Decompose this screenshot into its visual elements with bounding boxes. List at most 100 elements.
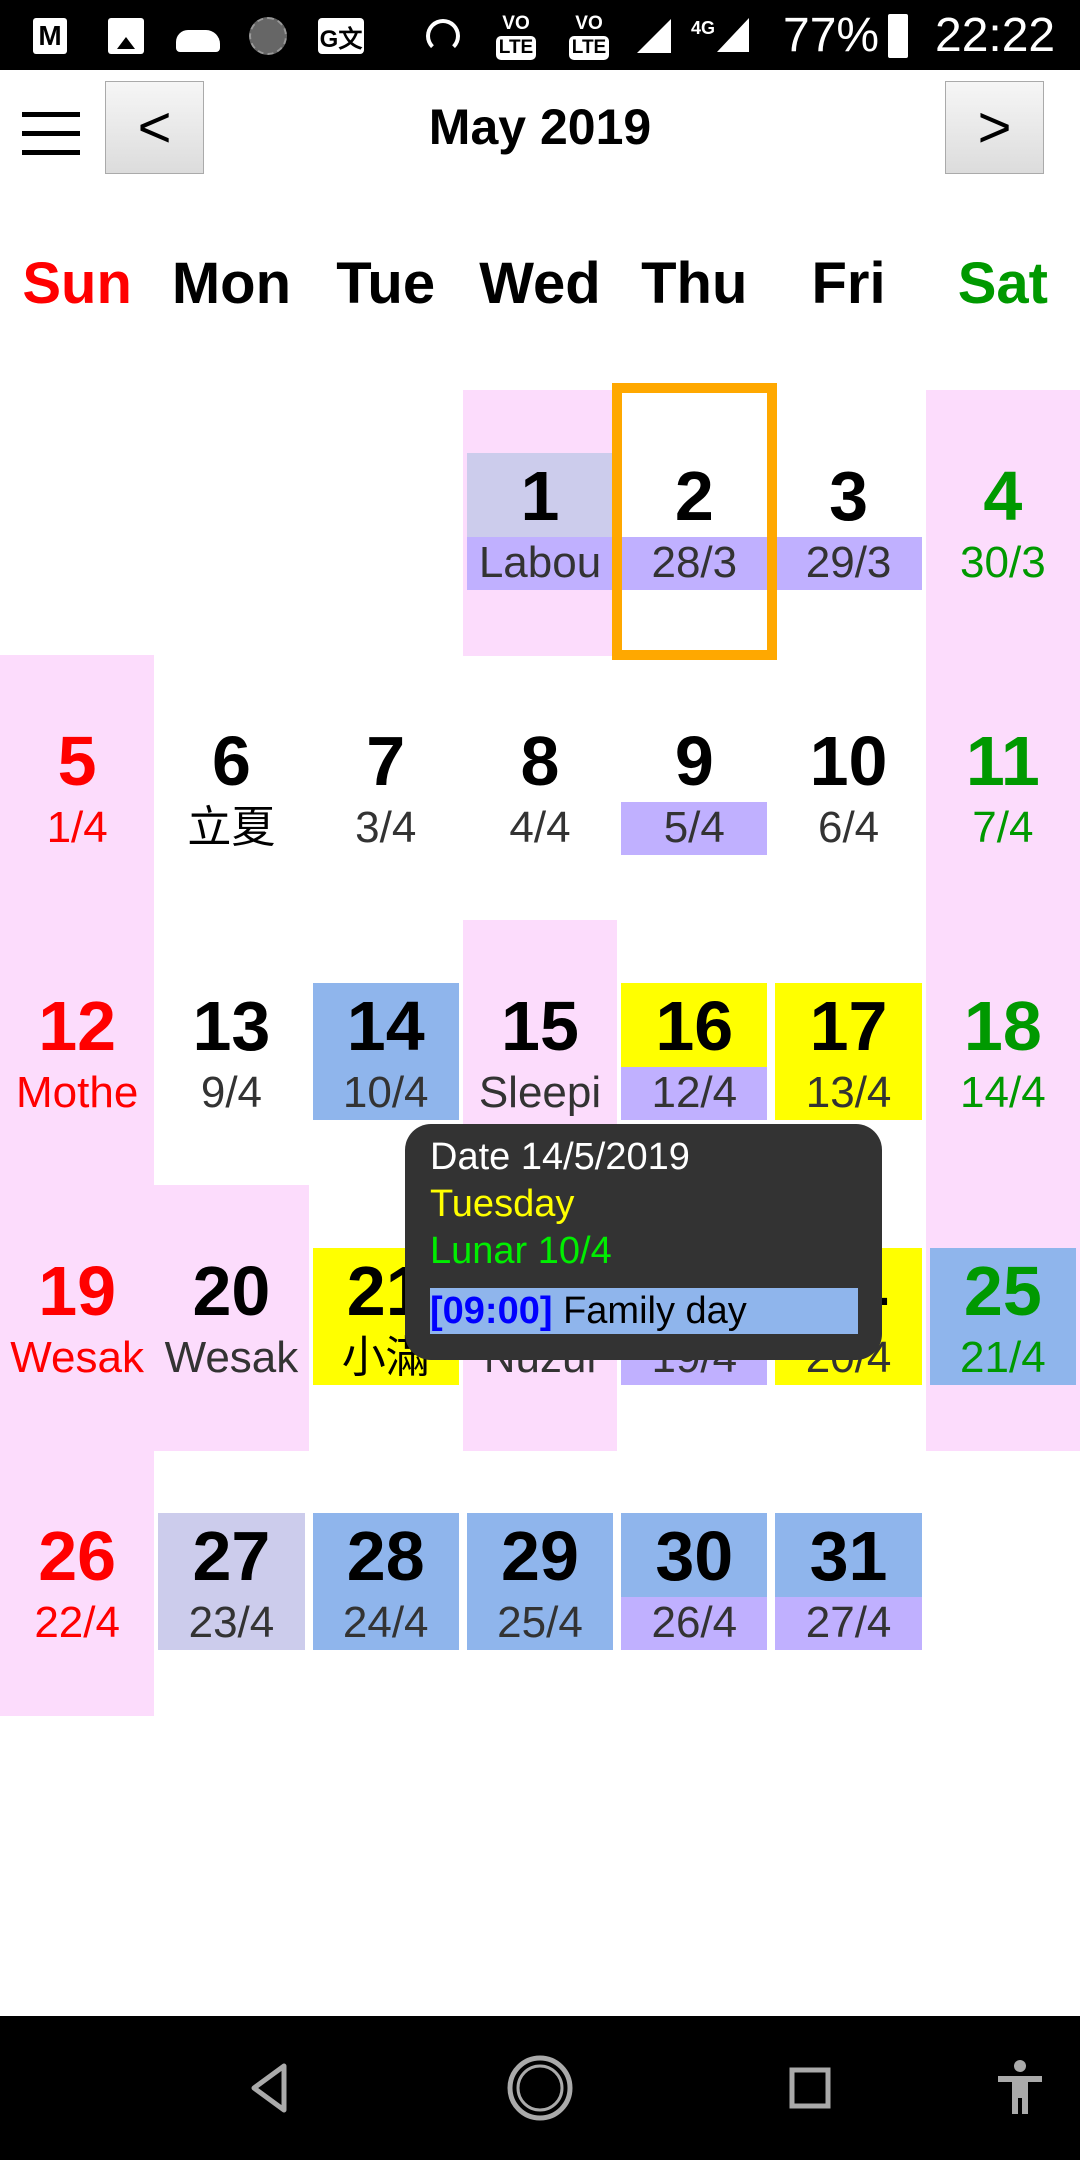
weekday-header: Sun Mon Tue Wed Thu Fri Sat bbox=[0, 250, 1080, 330]
day-box: 9 5/4 bbox=[621, 718, 768, 855]
volte2-icon: VO LTE bbox=[565, 10, 613, 62]
day-cell-18[interactable]: 18 14/4 bbox=[925, 920, 1080, 1186]
status-bar: M G文 VO LTE VO LTE 4G 77% 22:22 bbox=[0, 0, 1080, 70]
day-cell-4[interactable]: 4 30/3 bbox=[925, 390, 1080, 656]
day-cell-25[interactable]: 25 21/4 bbox=[925, 1185, 1080, 1451]
day-number: 4 bbox=[983, 457, 1023, 535]
day-box: 25 21/4 bbox=[929, 1248, 1076, 1385]
day-number: 11 bbox=[965, 722, 1040, 800]
day-cell-19[interactable]: 19 Wesak bbox=[0, 1185, 155, 1451]
day-number: 18 bbox=[963, 987, 1042, 1065]
day-box: 4 30/3 bbox=[930, 453, 1076, 590]
tooltip-event[interactable]: [09:00] Family day bbox=[430, 1288, 858, 1334]
day-number: 20 bbox=[192, 1252, 271, 1330]
calendar-header: < May 2019 > bbox=[0, 70, 1080, 200]
day-number: 1 bbox=[520, 457, 560, 535]
day-box: 31 27/4 bbox=[775, 1513, 922, 1650]
day-cell-12[interactable]: 12 Mothe bbox=[0, 920, 155, 1186]
day-sublabel: 27/4 bbox=[775, 1597, 922, 1650]
day-number: 28 bbox=[346, 1517, 425, 1595]
day-number: 30 bbox=[655, 1517, 734, 1595]
day-sublabel: 12/4 bbox=[621, 1067, 768, 1120]
day-cell-3[interactable]: 3 29/3 bbox=[771, 390, 925, 656]
day-number: 13 bbox=[192, 987, 271, 1065]
battery-icon bbox=[888, 14, 908, 58]
day-number: 5 bbox=[57, 722, 97, 800]
gallery-icon bbox=[108, 18, 144, 54]
day-cell-8[interactable]: 8 4/4 bbox=[463, 655, 617, 921]
accessibility-icon[interactable] bbox=[990, 2058, 1050, 2118]
day-sublabel: 25/4 bbox=[497, 1598, 583, 1647]
day-cell-13[interactable]: 13 9/4 bbox=[154, 920, 308, 1186]
day-sublabel: Wesak bbox=[164, 1333, 299, 1382]
day-box: 30 26/4 bbox=[621, 1513, 768, 1650]
weekday-wed: Wed bbox=[479, 251, 601, 316]
day-box: 26 22/4 bbox=[4, 1513, 150, 1650]
volte2-label: VO bbox=[575, 13, 603, 34]
day-number: 3 bbox=[829, 457, 869, 535]
day-number: 25 bbox=[963, 1252, 1042, 1330]
day-sublabel: Labou bbox=[466, 537, 614, 590]
weekday-tue: Tue bbox=[336, 251, 436, 316]
day-cell-6[interactable]: 6 立夏 bbox=[154, 655, 308, 921]
day-number: 9 bbox=[674, 722, 714, 800]
day-box: 16 12/4 bbox=[621, 983, 768, 1120]
day-cell-29[interactable]: 29 25/4 bbox=[463, 1450, 617, 1716]
day-cell-26[interactable]: 26 22/4 bbox=[0, 1450, 155, 1716]
network-label: 4G bbox=[690, 18, 715, 38]
day-box: 13 9/4 bbox=[158, 983, 304, 1120]
volte1-icon: VO LTE bbox=[492, 10, 540, 62]
event-time: [09:00] bbox=[430, 1290, 553, 1332]
day-sublabel: 10/4 bbox=[342, 1068, 429, 1117]
lte2-label: LTE bbox=[568, 36, 610, 60]
day-sublabel: Mothe bbox=[16, 1068, 139, 1117]
hotspot-icon bbox=[420, 18, 466, 54]
day-cell-9[interactable]: 9 5/4 bbox=[617, 655, 771, 921]
recents-icon[interactable] bbox=[780, 2058, 840, 2118]
gmail-icon: M bbox=[33, 18, 67, 54]
day-cell-5[interactable]: 5 1/4 bbox=[0, 655, 155, 921]
day-box: 15 Sleepi bbox=[467, 983, 613, 1120]
lte1-label: LTE bbox=[495, 36, 537, 60]
day-number: 8 bbox=[520, 722, 560, 800]
day-number: 27 bbox=[192, 1517, 271, 1595]
cloud-icon bbox=[175, 18, 221, 54]
home-icon[interactable] bbox=[505, 2053, 575, 2123]
day-box: 3 29/3 bbox=[775, 453, 922, 590]
day-sublabel: 9/4 bbox=[200, 1068, 263, 1117]
day-cell-20[interactable]: 20 Wesak bbox=[154, 1185, 309, 1451]
back-icon[interactable] bbox=[240, 2058, 300, 2118]
day-cell-27[interactable]: 27 23/4 bbox=[154, 1450, 308, 1716]
day-number: 7 bbox=[366, 722, 406, 800]
today-highlight bbox=[612, 383, 777, 660]
weekday-thu: Thu bbox=[641, 251, 748, 316]
day-sublabel: Sleepi bbox=[478, 1068, 602, 1117]
signal-icon bbox=[636, 18, 672, 54]
day-number: 14 bbox=[346, 987, 425, 1065]
day-box: 6 立夏 bbox=[158, 718, 304, 855]
day-box: 8 4/4 bbox=[467, 718, 613, 855]
day-box: 19 Wesak bbox=[4, 1248, 150, 1385]
month-title: May 2019 bbox=[428, 99, 652, 155]
day-sublabel: 5/4 bbox=[621, 802, 768, 855]
day-cell-28[interactable]: 28 24/4 bbox=[309, 1450, 463, 1716]
day-cell-1[interactable]: 1 Labou bbox=[462, 390, 618, 656]
day-box: 18 14/4 bbox=[930, 983, 1076, 1120]
weekday-sat: Sat bbox=[957, 251, 1048, 316]
day-cell-31[interactable]: 31 27/4 bbox=[771, 1450, 925, 1716]
4g-icon: 4G bbox=[685, 18, 755, 54]
volte1-label: VO bbox=[502, 13, 530, 34]
day-sublabel: 24/4 bbox=[342, 1598, 429, 1647]
day-cell-11[interactable]: 11 7/4 bbox=[925, 655, 1080, 921]
day-sublabel: 4/4 bbox=[509, 803, 571, 852]
day-cell-30[interactable]: 30 26/4 bbox=[617, 1450, 771, 1716]
sync-icon bbox=[248, 17, 288, 55]
day-sublabel: 23/4 bbox=[188, 1598, 275, 1647]
day-box: 10 6/4 bbox=[775, 718, 921, 855]
day-cell-10[interactable]: 10 6/4 bbox=[771, 655, 925, 921]
day-cell-7[interactable]: 7 3/4 bbox=[309, 655, 463, 921]
day-box: 14 10/4 bbox=[312, 983, 459, 1120]
day-box: 17 13/4 bbox=[775, 983, 922, 1120]
next-month-button[interactable]: > bbox=[945, 81, 1044, 174]
day-sublabel: 3/4 bbox=[355, 803, 417, 852]
